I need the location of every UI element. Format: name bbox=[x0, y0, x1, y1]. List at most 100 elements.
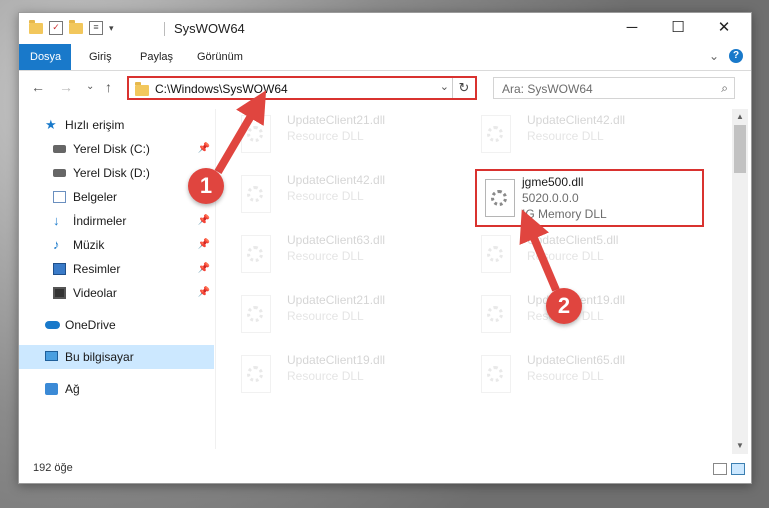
tab-dosya[interactable]: Dosya bbox=[19, 44, 71, 70]
file-version: 5020.0.0.0 bbox=[522, 191, 579, 205]
file-item[interactable]: UpdateClient63.dll Resource DLL bbox=[219, 231, 449, 281]
sidebar-item-pictures[interactable]: Resimler 📌 bbox=[19, 257, 214, 281]
file-explorer-window: ✓ ≡ ▾ SysWOW64 ─ ☐ ✕ Dosya Giriş Paylaş … bbox=[18, 12, 752, 484]
file-item[interactable]: UpdateClient65.dll Resource DLL bbox=[459, 351, 689, 401]
search-icon[interactable]: ⌕ bbox=[721, 81, 728, 96]
refresh-button[interactable]: ↻ bbox=[452, 78, 475, 98]
sidebar-item-documents[interactable]: Belgeler 📌 bbox=[19, 185, 214, 209]
dll-file-icon bbox=[481, 115, 511, 153]
dll-file-icon bbox=[485, 179, 515, 217]
customize-toolbar-icon[interactable]: ≡ bbox=[89, 21, 103, 35]
title-separator bbox=[164, 22, 165, 36]
sidebar-item-label: Hızlı erişim bbox=[65, 118, 125, 132]
status-bar: 192 öğe bbox=[19, 459, 751, 481]
recent-locations-button[interactable]: ⌄ bbox=[86, 81, 94, 92]
window-title: SysWOW64 bbox=[174, 21, 245, 36]
file-name: jgme500.dll bbox=[522, 175, 584, 189]
sidebar-item-disk-c[interactable]: Yerel Disk (C:) 📌 bbox=[19, 137, 214, 161]
file-description: Resource DLL bbox=[287, 309, 364, 323]
dll-file-icon bbox=[241, 355, 271, 393]
gear-icon bbox=[247, 126, 263, 142]
scrollbar-thumb[interactable] bbox=[734, 125, 746, 173]
new-folder-icon[interactable] bbox=[69, 19, 83, 34]
file-description: IG Memory DLL bbox=[522, 207, 607, 221]
file-item[interactable]: UpdateClient21.dll Resource DLL bbox=[219, 291, 449, 341]
sidebar-item-music[interactable]: ♪ Müzik 📌 bbox=[19, 233, 214, 257]
address-row: ← → ⌄ ↑ C:\Windows\SysWOW64 ⌄ ↻ Ara: Sys… bbox=[19, 75, 751, 103]
file-item[interactable]: UpdateClient42.dll Resource DLL bbox=[459, 111, 689, 161]
dll-file-icon bbox=[241, 115, 271, 153]
gear-icon bbox=[247, 366, 263, 382]
sidebar-item-quick-access[interactable]: ★ Hızlı erişim bbox=[19, 113, 214, 137]
sidebar-item-onedrive[interactable]: OneDrive bbox=[19, 313, 214, 337]
minimize-button[interactable]: ─ bbox=[609, 13, 655, 43]
dll-file-icon bbox=[241, 295, 271, 333]
address-path[interactable]: C:\Windows\SysWOW64 bbox=[155, 82, 288, 96]
sidebar-item-disk-d[interactable]: Yerel Disk (D:) bbox=[19, 161, 214, 185]
item-count: 192 öğe bbox=[33, 462, 73, 474]
help-icon[interactable]: ? bbox=[729, 49, 743, 63]
tab-paylas[interactable]: Paylaş bbox=[130, 44, 183, 70]
file-description: Resource DLL bbox=[287, 369, 364, 383]
file-item[interactable]: UpdateClient19.dll Resource DLL bbox=[219, 351, 449, 401]
gear-icon bbox=[487, 246, 503, 262]
close-button[interactable]: ✕ bbox=[701, 13, 747, 43]
documents-icon bbox=[53, 191, 66, 203]
ribbon-controls: ⌄ ? bbox=[709, 49, 743, 63]
scroll-up-icon[interactable]: ▲ bbox=[732, 109, 748, 125]
gear-icon bbox=[487, 306, 503, 322]
scroll-down-icon[interactable]: ▼ bbox=[732, 438, 748, 454]
gear-icon bbox=[247, 306, 263, 322]
file-description: Resource DLL bbox=[527, 129, 604, 143]
network-icon bbox=[45, 383, 58, 395]
gear-icon bbox=[491, 190, 507, 206]
large-icons-view-icon[interactable] bbox=[731, 463, 745, 475]
search-input[interactable]: Ara: SysWOW64 ⌕ bbox=[493, 77, 735, 99]
sidebar-item-label: Bu bilgisayar bbox=[65, 350, 134, 364]
pin-icon: 📌 bbox=[197, 263, 210, 274]
tab-giris[interactable]: Giriş bbox=[79, 44, 122, 70]
file-item[interactable]: UpdateClient5.dll Resource DLL bbox=[459, 231, 689, 281]
properties-icon[interactable]: ✓ bbox=[49, 21, 63, 35]
maximize-button[interactable]: ☐ bbox=[655, 13, 701, 43]
sidebar-item-downloads[interactable]: ↓ İndirmeler 📌 bbox=[19, 209, 214, 233]
toolbar-dropdown-icon[interactable]: ▾ bbox=[109, 23, 114, 34]
file-item[interactable]: UpdateClient42.dll Resource DLL bbox=[219, 171, 449, 221]
step-2-callout: 2 bbox=[546, 288, 582, 324]
file-description: Resource DLL bbox=[527, 249, 604, 263]
sidebar-item-label: Belgeler bbox=[73, 190, 118, 204]
pin-icon: 📌 bbox=[197, 287, 210, 298]
sidebar-item-this-pc[interactable]: Bu bilgisayar bbox=[19, 345, 214, 369]
address-bar[interactable]: C:\Windows\SysWOW64 ⌄ ↻ bbox=[127, 76, 477, 100]
file-item-highlighted[interactable]: jgme500.dll 5020.0.0.0 IG Memory DLL bbox=[475, 169, 704, 227]
music-icon: ♪ bbox=[53, 237, 60, 252]
tab-gorunum[interactable]: Görünüm bbox=[187, 44, 253, 70]
pane-divider[interactable] bbox=[215, 109, 216, 449]
videos-icon bbox=[53, 287, 66, 299]
file-item[interactable]: UpdateClient21.dll Resource DLL bbox=[219, 111, 449, 161]
dll-file-icon bbox=[481, 235, 511, 273]
details-view-icon[interactable] bbox=[713, 463, 727, 475]
view-toggle bbox=[713, 463, 745, 475]
file-name: UpdateClient5.dll bbox=[527, 233, 619, 247]
vertical-scrollbar[interactable]: ▲ ▼ bbox=[732, 109, 748, 454]
up-button[interactable]: ↑ bbox=[105, 79, 112, 95]
pin-icon: 📌 bbox=[197, 239, 210, 250]
file-name: UpdateClient21.dll bbox=[287, 293, 386, 307]
title-bar: ✓ ≡ ▾ SysWOW64 ─ ☐ ✕ bbox=[19, 13, 751, 44]
file-description: Resource DLL bbox=[527, 369, 604, 383]
ribbon-tabs: Dosya Giriş Paylaş Görünüm ⌄ ? bbox=[19, 44, 751, 71]
sidebar-item-videos[interactable]: Videolar 📌 bbox=[19, 281, 214, 305]
gear-icon bbox=[247, 246, 263, 262]
gear-icon bbox=[247, 186, 263, 202]
address-dropdown-icon[interactable]: ⌄ bbox=[440, 80, 449, 93]
sidebar-item-label: Müzik bbox=[73, 238, 105, 252]
pictures-icon bbox=[53, 263, 66, 275]
forward-button[interactable]: → bbox=[59, 79, 73, 95]
file-name: UpdateClient65.dll bbox=[527, 353, 626, 367]
sidebar-item-label: Yerel Disk (C:) bbox=[73, 142, 150, 156]
downloads-icon: ↓ bbox=[53, 213, 60, 228]
back-button[interactable]: ← bbox=[31, 79, 45, 95]
expand-ribbon-icon[interactable]: ⌄ bbox=[709, 49, 719, 63]
sidebar-item-network[interactable]: Ağ bbox=[19, 377, 214, 401]
